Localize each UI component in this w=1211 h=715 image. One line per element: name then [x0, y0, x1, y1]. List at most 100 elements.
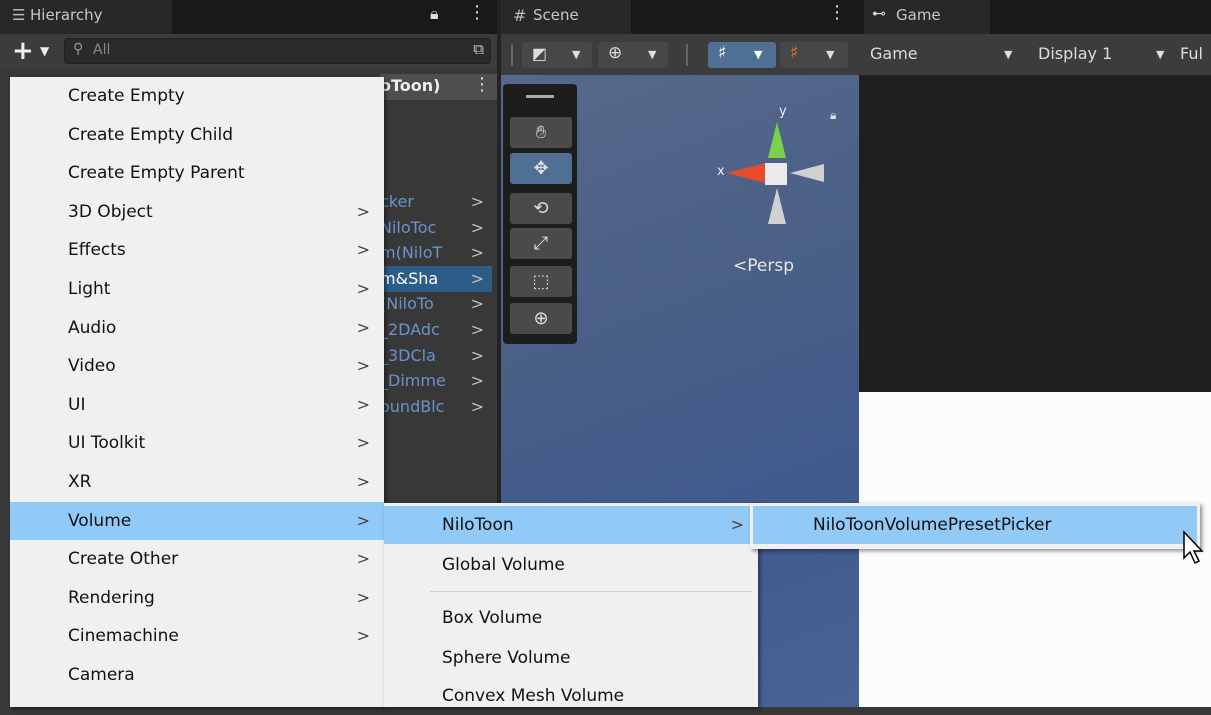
- gamepad-icon: ⊷: [872, 6, 886, 22]
- menu-item-create-other[interactable]: Create Other >: [10, 540, 384, 578]
- move-icon: ✥: [533, 158, 549, 179]
- menu-item-label: Light: [68, 279, 111, 299]
- game-tab[interactable]: ⊷ Game: [864, 0, 990, 34]
- menu-item-ui-toolkit[interactable]: UI Toolkit >: [10, 424, 384, 462]
- hand-tool-button[interactable]: ✋︎: [510, 117, 572, 148]
- menu-item-create-empty[interactable]: Create Empty: [10, 77, 384, 115]
- chevron-right-icon: >: [356, 472, 370, 491]
- shading-icon: ◩: [532, 44, 548, 63]
- list-icon: ☰: [12, 6, 26, 24]
- menu-item-create-empty-parent[interactable]: Create Empty Parent: [10, 154, 384, 192]
- rotate-tool-button[interactable]: ⟲: [510, 193, 572, 224]
- chevron-right-icon[interactable]: >: [471, 215, 484, 241]
- display-label: Display 1: [1038, 44, 1113, 63]
- chevron-right-icon[interactable]: >: [471, 266, 484, 292]
- menu-item-label: NiloToon: [442, 515, 514, 535]
- more-options-icon[interactable]: ⋮: [468, 2, 486, 23]
- rect-icon: ⬚: [532, 271, 550, 292]
- global-mode-button[interactable]: ⊕ ▼: [598, 42, 668, 68]
- transform-tool-button[interactable]: ⊕: [510, 303, 572, 334]
- hierarchy-row-label: _2DAdc: [380, 320, 440, 339]
- grid-icon: #: [513, 6, 527, 25]
- scene-tab[interactable]: # Scene: [501, 0, 631, 34]
- grid-snap-button[interactable]: ♯ ▼: [708, 42, 776, 68]
- scene-menu-icon[interactable]: ⋮: [473, 74, 491, 95]
- hierarchy-row[interactable]: cker >: [380, 189, 492, 215]
- menu-item-video[interactable]: Video >: [10, 347, 384, 385]
- hierarchy-row[interactable]: oundBlc >: [380, 394, 492, 420]
- menu-item-light[interactable]: Light >: [10, 270, 384, 308]
- menu-item-effects[interactable]: Effects >: [10, 231, 384, 269]
- chevron-right-icon[interactable]: >: [471, 368, 484, 394]
- draw-mode-button[interactable]: ◩ ▼: [522, 42, 592, 68]
- scene-tab-title: Scene: [533, 6, 579, 24]
- hierarchy-row-label: cker: [380, 192, 414, 211]
- scene-more-icon[interactable]: ⋮: [828, 2, 846, 23]
- menu-item-3d-object[interactable]: 3D Object >: [10, 193, 384, 231]
- chevron-right-icon[interactable]: >: [471, 240, 484, 266]
- menu-item-box-volume[interactable]: Box Volume: [384, 599, 758, 637]
- grid-snap-icon: ♯: [718, 43, 727, 63]
- hierarchy-row[interactable]: _3DCla >: [380, 343, 492, 369]
- menu-item-cinemachine[interactable]: Cinemachine >: [10, 617, 384, 655]
- increment-snap-button[interactable]: ♯ ▼: [780, 42, 848, 68]
- menu-item-create-empty-child[interactable]: Create Empty Child: [10, 116, 384, 154]
- menu-item-label: 3D Object: [68, 201, 153, 222]
- lock-icon[interactable]: 🔒︎: [430, 4, 439, 24]
- add-icon[interactable]: +: [12, 36, 34, 66]
- chevron-right-icon[interactable]: >: [471, 291, 484, 317]
- gizmo-neg-x-cone[interactable]: [790, 164, 824, 182]
- gizmo-center-cube[interactable]: [765, 163, 787, 185]
- game-view-dropdown[interactable]: Game ▼: [864, 40, 1024, 68]
- search-input[interactable]: ⚲ All ⧉: [64, 38, 491, 64]
- rect-tool-button[interactable]: ⬚: [510, 266, 572, 297]
- menu-item-xr[interactable]: XR >: [10, 463, 384, 501]
- hierarchy-tab[interactable]: ☰ Hierarchy: [0, 0, 172, 34]
- menu-item-nilotoon-volume-preset-picker[interactable]: NiloToonVolumePresetPicker: [753, 506, 1197, 544]
- chevron-right-icon: >: [356, 356, 370, 376]
- menu-item-label: Global Volume: [442, 555, 565, 575]
- chevron-down-icon: ▼: [572, 48, 581, 61]
- menu-item-rendering[interactable]: Rendering >: [10, 579, 384, 617]
- persp-toggle[interactable]: <Persp: [733, 256, 794, 276]
- game-viewport[interactable]: [859, 75, 1211, 392]
- hierarchy-row[interactable]: NiloToc >: [380, 215, 492, 241]
- chevron-right-icon[interactable]: >: [471, 343, 484, 369]
- menu-item-nilotoon[interactable]: NiloToon >: [384, 506, 758, 544]
- chevron-right-icon[interactable]: >: [471, 189, 484, 215]
- create-menu: Create Empty Create Empty Child Create Emp…: [10, 77, 384, 707]
- gizmo-y-cone[interactable]: [768, 122, 786, 158]
- move-tool-button[interactable]: ✥: [510, 153, 572, 184]
- chevron-right-icon[interactable]: >: [471, 394, 484, 420]
- hierarchy-row[interactable]: m&Sha >: [380, 265, 492, 292]
- menu-item-ui[interactable]: UI >: [10, 386, 384, 424]
- gizmo-lock-icon[interactable]: 🔒︎: [830, 108, 836, 123]
- hierarchy-row[interactable]: _2DAdc >: [380, 317, 492, 343]
- chevron-right-icon: >: [356, 587, 370, 607]
- menu-separator: [430, 591, 752, 592]
- chevron-right-icon: >: [356, 510, 370, 530]
- menu-item-sphere-volume[interactable]: Sphere Volume: [384, 639, 758, 677]
- scale-tool-button[interactable]: ⤢: [510, 228, 572, 259]
- gizmo-x-cone[interactable]: [726, 163, 766, 183]
- menu-item-volume[interactable]: Volume >: [10, 501, 384, 540]
- palette-drag-handle[interactable]: [526, 95, 554, 98]
- chevron-down-icon[interactable]: ▼: [40, 44, 49, 58]
- hierarchy-scene-header: oToon) ⋮: [380, 74, 497, 100]
- chevron-right-icon[interactable]: >: [471, 317, 484, 343]
- hierarchy-row[interactable]: (NiloTo >: [380, 291, 492, 317]
- menu-item-camera[interactable]: Camera: [10, 656, 384, 694]
- hierarchy-row[interactable]: _Dimme >: [380, 368, 492, 394]
- hierarchy-row[interactable]: m(NiloT >: [380, 240, 492, 266]
- menu-item-label: Create Empty Parent: [68, 163, 245, 184]
- fullscreen-dropdown[interactable]: Ful: [1180, 44, 1203, 63]
- menu-item-label: Effects: [68, 240, 126, 261]
- menu-item-label: Create Empty Child: [68, 124, 233, 145]
- menu-item-global-volume[interactable]: Global Volume: [384, 546, 758, 584]
- gizmo-neg-y-cone[interactable]: [768, 188, 786, 224]
- menu-item-convex-mesh-volume[interactable]: Convex Mesh Volume: [384, 677, 758, 715]
- gizmo-y-label: y: [779, 104, 787, 119]
- display-dropdown[interactable]: Display 1 ▼: [1030, 40, 1170, 68]
- menu-item-audio[interactable]: Audio >: [10, 309, 384, 347]
- expand-icon[interactable]: ⧉: [473, 40, 484, 58]
